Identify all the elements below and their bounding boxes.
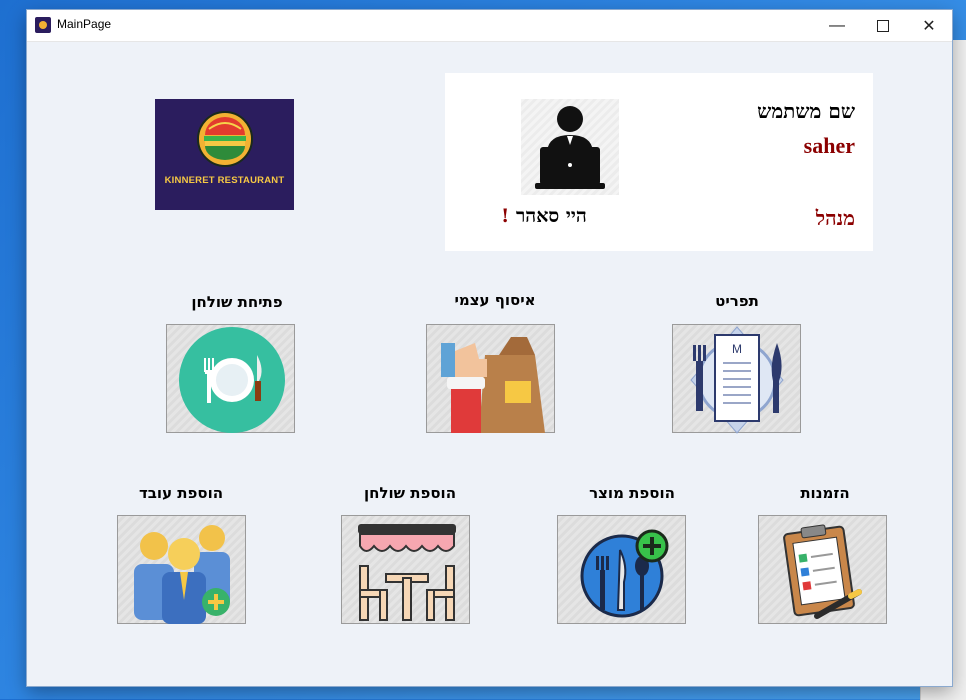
add-table-button[interactable] — [341, 515, 470, 624]
open-table-button[interactable] — [166, 324, 295, 433]
open-table-label: פתיחת שולחן — [191, 293, 283, 311]
restaurant-logo: KINNERET RESTAURANT — [155, 99, 294, 210]
add-table-label: הוספת שולחן — [363, 484, 457, 502]
add-product-icon — [580, 529, 669, 618]
orders-label: הזמנות — [800, 484, 850, 502]
window-title: MainPage — [57, 17, 112, 31]
title-bar[interactable]: MainPage — ✕ — [27, 10, 952, 42]
user-avatar — [521, 99, 619, 195]
add-product-label: הוספת מוצר — [589, 484, 675, 502]
minimize-icon: — — [829, 16, 845, 34]
main-window: MainPage — ✕ KINNERET RESTAURANT שם משתמ… — [27, 10, 952, 686]
greeting-text: היי סאהר — [515, 205, 587, 227]
menu-button[interactable]: M — [672, 324, 801, 434]
maximize-button[interactable] — [860, 10, 906, 41]
user-info-card: שם משתמש saher מנהל היי סאהר ! — [445, 73, 873, 251]
takeaway-bag-icon — [441, 337, 545, 433]
close-button[interactable]: ✕ — [906, 10, 952, 41]
greeting-mark: ! — [501, 205, 510, 227]
add-product-button[interactable] — [557, 515, 686, 624]
add-employee-button[interactable] — [117, 515, 246, 624]
menu-card-icon: M — [690, 326, 784, 434]
table-chairs-icon — [358, 524, 456, 621]
minimize-button[interactable]: — — [814, 10, 860, 41]
app-icon — [35, 17, 51, 33]
user-role: מנהל — [815, 206, 855, 230]
orders-button[interactable] — [758, 515, 887, 624]
burger-logo-icon — [197, 111, 253, 167]
user-laptop-icon — [535, 106, 605, 189]
logo-text: KINNERET RESTAURANT — [164, 175, 285, 186]
username-value: saher — [803, 133, 855, 158]
add-employee-icon — [134, 525, 230, 624]
add-employee-label: הוספת עובד — [138, 484, 224, 502]
username-label: שם משתמש — [757, 99, 855, 123]
self-pickup-label: איסוף עצמי — [454, 291, 536, 309]
maximize-icon — [877, 19, 889, 32]
close-icon: ✕ — [922, 17, 936, 35]
clipboard-icon — [783, 524, 862, 619]
greeting: היי סאהר ! — [501, 205, 587, 228]
plate-fork-knife-icon — [179, 327, 285, 433]
svg-text:M: M — [732, 342, 742, 356]
self-pickup-button[interactable] — [426, 324, 555, 433]
menu-label: תפריט — [715, 292, 759, 310]
